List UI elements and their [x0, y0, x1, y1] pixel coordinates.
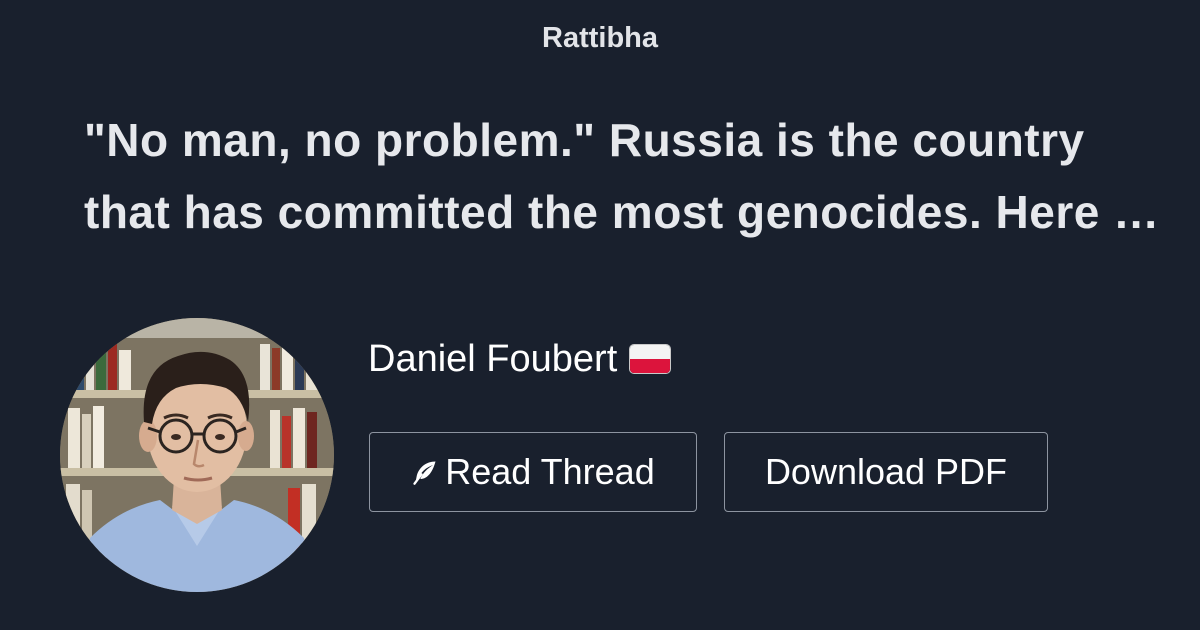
author-name: Daniel Foubert — [368, 338, 618, 380]
author-row: Daniel Foubert — [368, 336, 672, 382]
read-thread-label: Read Thread — [445, 451, 655, 492]
avatar — [60, 318, 334, 592]
download-pdf-button[interactable]: Download PDF — [724, 432, 1048, 512]
feather-icon — [411, 458, 439, 486]
thread-card: Rattibha "No man, no problem." Russia is… — [0, 0, 1200, 630]
poland-flag-icon — [629, 344, 672, 374]
thread-title: "No man, no problem." Russia is the coun… — [84, 114, 1153, 238]
read-thread-button[interactable]: Read Thread — [369, 432, 697, 512]
brand-name[interactable]: Rattibha — [0, 20, 1200, 56]
download-pdf-label: Download PDF — [764, 451, 1008, 492]
